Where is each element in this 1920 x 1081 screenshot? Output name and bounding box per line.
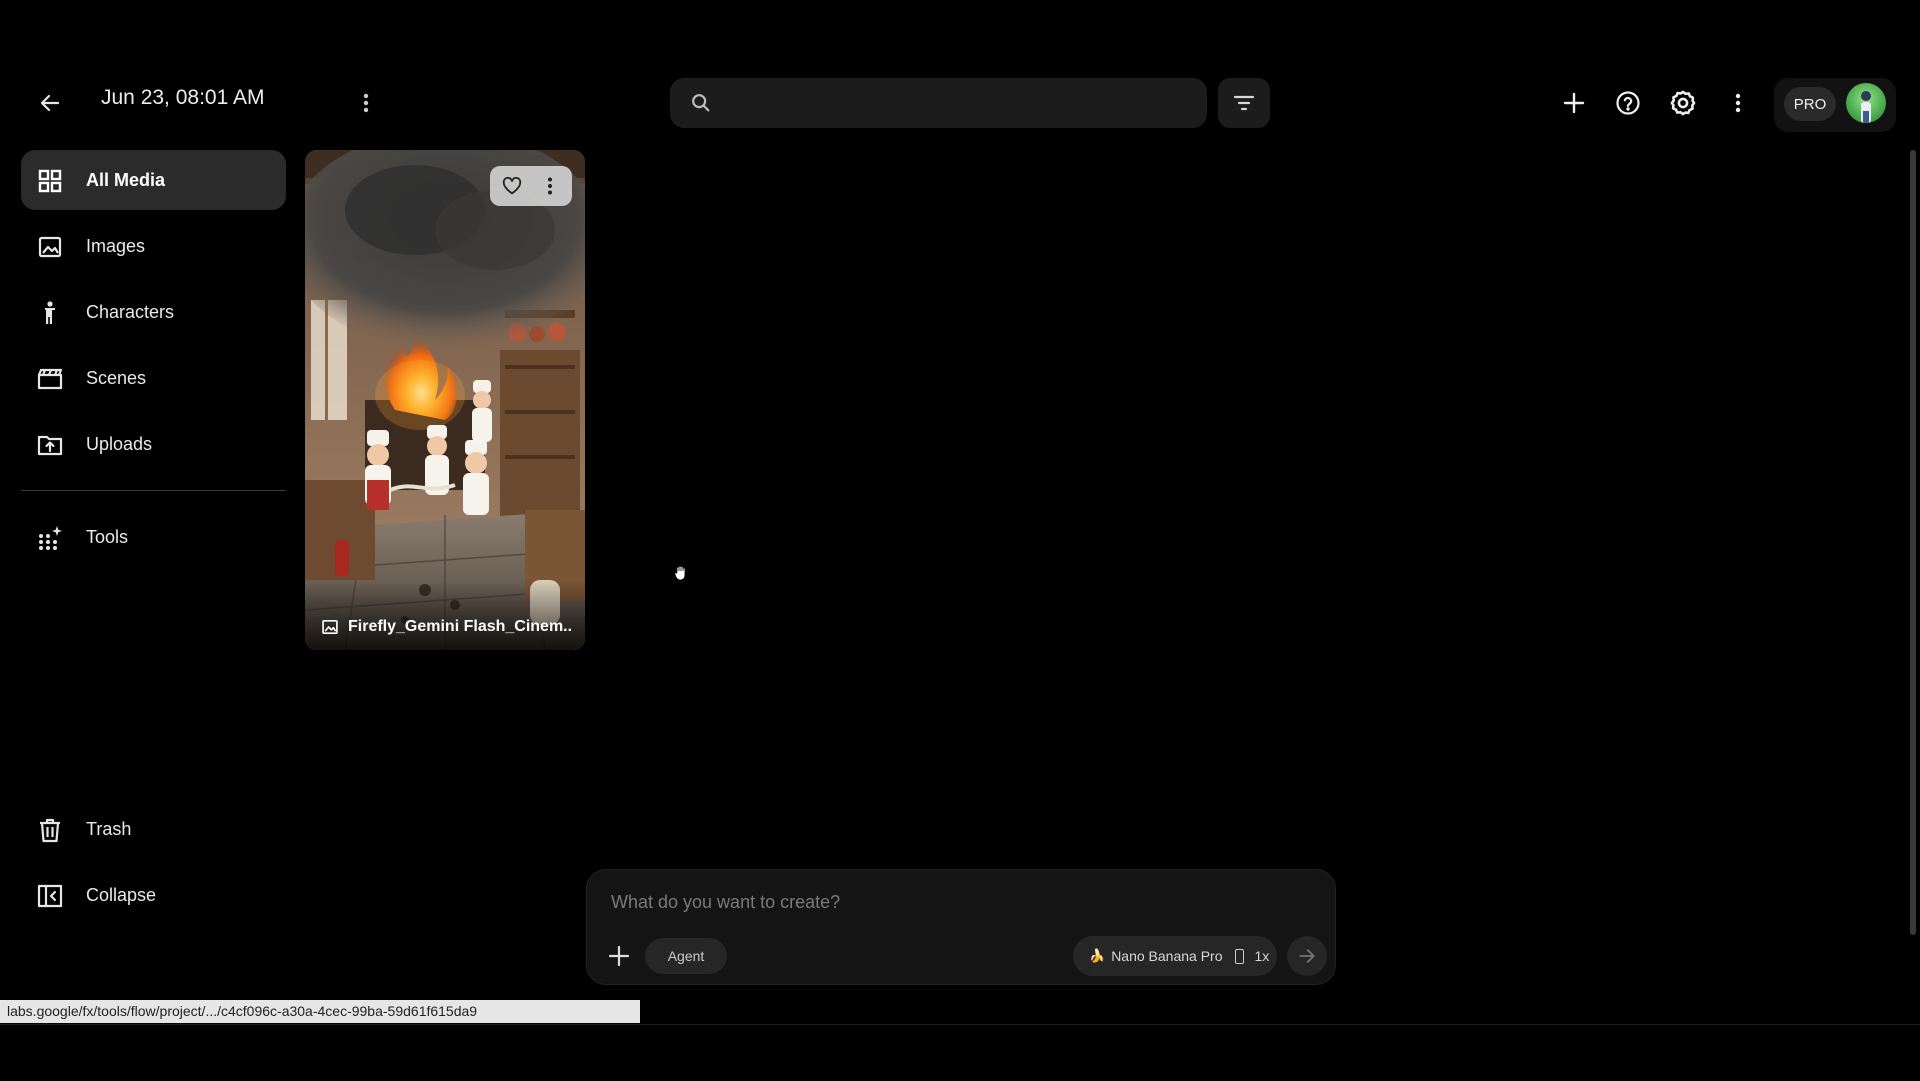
person-icon — [45, 301, 55, 324]
sidebar-item-tools[interactable]: Tools — [21, 507, 286, 567]
sidebar-item-label: Collapse — [86, 884, 157, 905]
more-vertical-icon — [548, 177, 552, 195]
help-button[interactable] — [1608, 82, 1648, 124]
gear-icon — [1670, 90, 1696, 116]
favorite-button[interactable] — [496, 172, 528, 200]
chef-figure — [463, 440, 489, 515]
model-name: Nano Banana Pro — [1111, 948, 1223, 964]
search-input[interactable] — [730, 78, 1194, 130]
grid-icon — [38, 169, 62, 193]
sidebar-item-collapse[interactable]: Collapse — [21, 865, 286, 925]
avatar[interactable] — [1846, 83, 1886, 123]
clapperboard-icon — [37, 368, 63, 390]
media-thumbnail — [305, 150, 585, 650]
add-button[interactable] — [1554, 82, 1594, 124]
project-title: Jun 23, 08:01 AM — [101, 86, 265, 109]
search-icon — [692, 94, 710, 112]
trash-icon — [40, 818, 60, 843]
prompt-composer: Agent 🍌 Nano Banana Pro 1x — [586, 869, 1336, 985]
image-icon — [38, 236, 62, 258]
more-vertical-icon — [363, 93, 369, 113]
arrow-right-icon — [1299, 949, 1315, 963]
filter-icon — [1233, 95, 1255, 111]
send-button[interactable] — [1287, 936, 1327, 976]
sidebar-item-images[interactable]: Images — [21, 216, 286, 276]
search-bar[interactable] — [670, 78, 1207, 130]
sidebar-item-label: Scenes — [86, 367, 147, 388]
sidebar-item-label: All Media — [86, 169, 166, 190]
sidebar-item-label: Trash — [86, 818, 132, 839]
media-card[interactable]: Firefly_Gemini Flash_Cinem... — [305, 150, 585, 650]
image-icon — [322, 619, 338, 635]
card-menu-button[interactable] — [534, 172, 566, 200]
sidebar-item-characters[interactable]: Characters — [21, 282, 286, 342]
sidebar-item-uploads[interactable]: Uploads — [21, 414, 286, 474]
help-circle-icon — [1616, 91, 1640, 115]
heart-icon — [502, 177, 522, 195]
sidebar-item-label: Characters — [86, 301, 175, 322]
agent-button[interactable]: Agent — [645, 938, 727, 974]
settings-button[interactable] — [1663, 82, 1703, 124]
more-options-button[interactable] — [1718, 82, 1758, 124]
output-count: 1x — [1254, 948, 1270, 964]
chef-figure — [472, 380, 492, 442]
scrollbar-thumb[interactable] — [1910, 150, 1916, 935]
status-url: labs.google/fx/tools/flow/project/.../c4… — [0, 1000, 640, 1023]
prompt-input[interactable] — [609, 884, 1313, 920]
plus-icon — [608, 945, 630, 967]
sidebar-item-scenes[interactable]: Scenes — [21, 348, 286, 408]
card-caption: Firefly_Gemini Flash_Cinem... — [305, 580, 585, 650]
upload-folder-icon — [37, 435, 63, 456]
sparkle-grid-icon — [39, 526, 62, 550]
card-actions — [490, 166, 572, 206]
media-title: Firefly_Gemini Flash_Cinem... — [348, 618, 573, 635]
more-vertical-icon — [1735, 93, 1741, 113]
hand-cursor-icon — [674, 565, 686, 581]
project-menu-button[interactable] — [350, 82, 382, 124]
filter-button[interactable] — [1218, 78, 1270, 128]
plus-icon — [1563, 92, 1585, 114]
sidebar-item-all-media[interactable]: All Media — [21, 150, 286, 210]
aspect-ratio-icon — [1234, 948, 1244, 964]
bottom-bar — [0, 1024, 1920, 1081]
pro-badge[interactable]: PRO — [1784, 87, 1836, 121]
user-silhouette-icon — [1861, 91, 1871, 123]
chef-figure — [365, 430, 391, 510]
sidebar-item-label: Images — [86, 235, 146, 256]
account-menu[interactable]: PRO — [1774, 78, 1896, 132]
model-selector[interactable]: 🍌 Nano Banana Pro 1x — [1073, 936, 1277, 976]
sidebar-item-trash[interactable]: Trash — [21, 799, 286, 859]
chef-figure — [425, 425, 449, 495]
sidebar-divider — [21, 490, 286, 491]
add-attachment-button[interactable] — [601, 938, 637, 974]
sidebar-item-label: Uploads — [86, 433, 153, 454]
arrow-left-icon — [40, 94, 60, 112]
sidebar-item-label: Tools — [86, 526, 129, 547]
back-button[interactable] — [32, 82, 68, 124]
collapse-panel-icon — [37, 884, 63, 908]
banana-icon: 🍌 — [1089, 948, 1106, 963]
